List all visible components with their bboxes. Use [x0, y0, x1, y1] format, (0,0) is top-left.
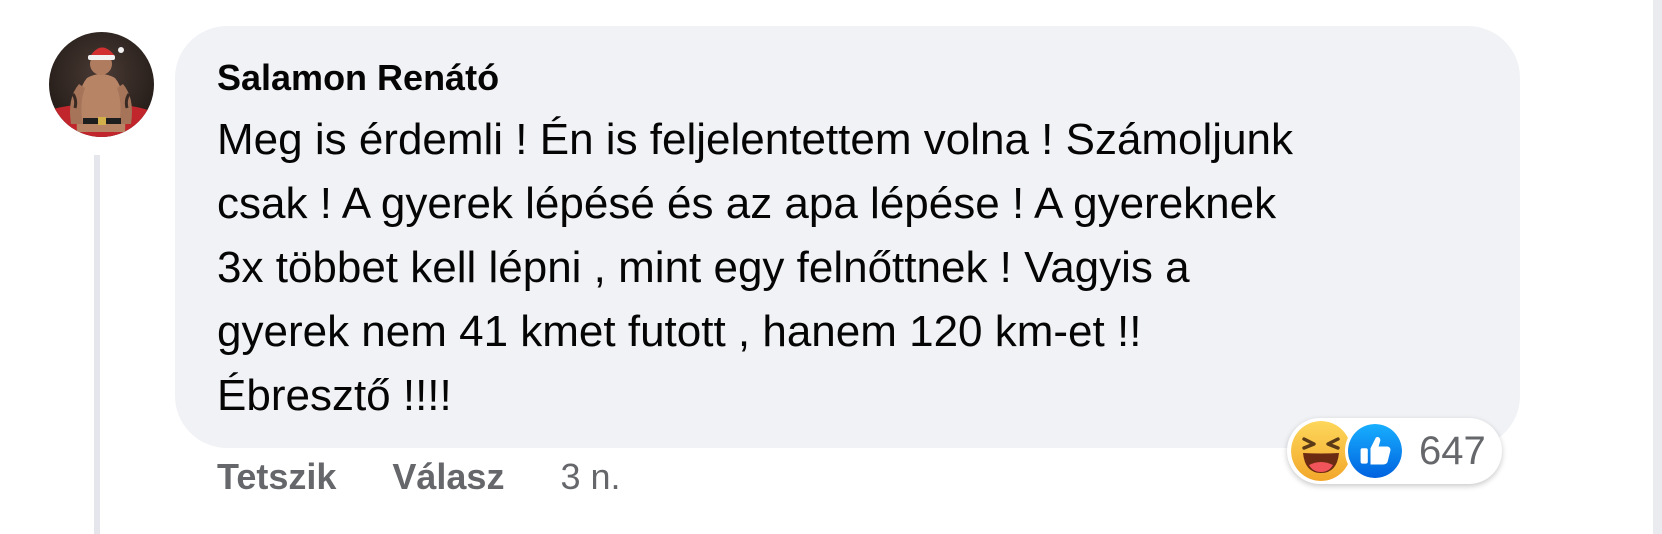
comment-author[interactable]: Salamon Renátó [217, 55, 1482, 103]
like-reaction-icon [1345, 421, 1405, 481]
reaction-count: 647 [1419, 428, 1486, 473]
scrollbar-track[interactable] [1653, 0, 1662, 534]
comment-timestamp[interactable]: 3 n. [560, 456, 620, 498]
comment-text: Meg is érdemli ! Én is feljelentettem vo… [217, 115, 1294, 420]
comment-bubble: Salamon Renátó Meg is érdemli ! Én is fe… [175, 26, 1520, 448]
like-button[interactable]: Tetszik [217, 456, 336, 498]
avatar-image [49, 32, 154, 137]
thread-line [94, 155, 100, 534]
reply-button[interactable]: Válasz [392, 456, 504, 498]
reactions-summary[interactable]: 647 [1287, 418, 1502, 484]
avatar[interactable] [49, 32, 154, 137]
haha-reaction-icon [1291, 421, 1351, 481]
comment-actions: Tetszik Válasz 3 n. [217, 452, 621, 502]
